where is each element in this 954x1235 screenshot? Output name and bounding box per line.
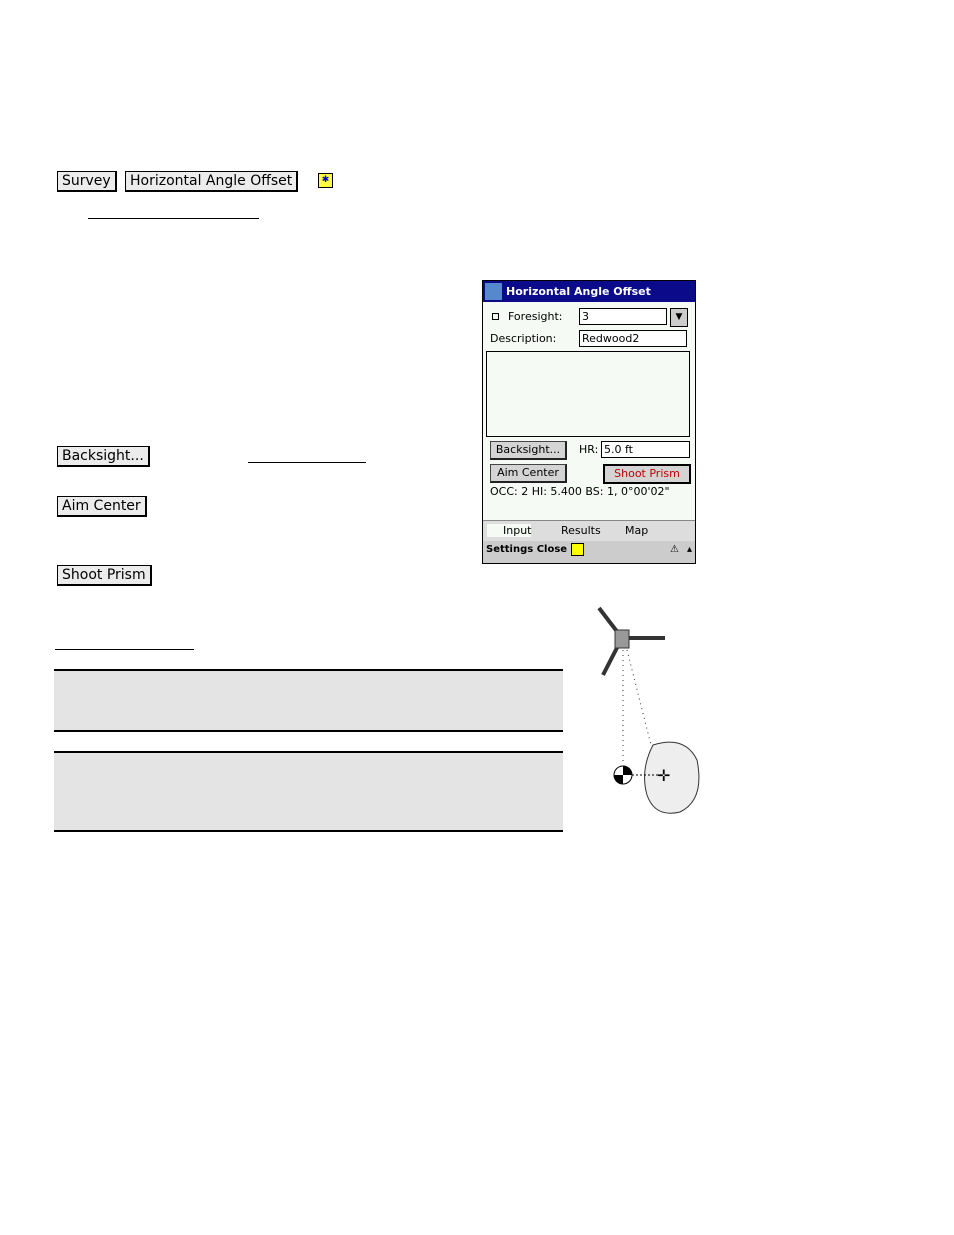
link-underline[interactable] xyxy=(248,462,366,463)
device-shoot-prism-button[interactable]: Shoot Prism xyxy=(603,464,691,484)
tripod-icon xyxy=(597,606,665,676)
ok-icon[interactable] xyxy=(570,542,584,556)
shoot-prism-button[interactable]: Shoot Prism xyxy=(57,565,152,586)
dropdown-button[interactable]: ▼ xyxy=(670,308,688,327)
device-aim-center-button[interactable]: Aim Center xyxy=(490,464,567,483)
warning-icon[interactable]: ⚠ xyxy=(670,541,679,559)
hr-field[interactable]: 5.0 ft xyxy=(601,441,690,458)
description-label: Description: xyxy=(490,332,557,345)
survey-button[interactable]: Survey xyxy=(57,171,117,192)
note-box xyxy=(54,669,563,732)
tab-input[interactable]: Input xyxy=(487,524,532,537)
tab-results[interactable]: Results xyxy=(545,524,601,537)
link-underline[interactable] xyxy=(88,218,259,219)
status-text: OCC: 2 HI: 5.400 BS: 1, 0°00'02" xyxy=(490,485,670,498)
close-menu[interactable]: Close xyxy=(537,544,567,555)
tree-outline xyxy=(644,741,700,814)
description-field[interactable]: Redwood2 xyxy=(579,330,687,347)
app-icon xyxy=(485,283,502,300)
title-bar: Horizontal Angle Offset xyxy=(483,281,695,302)
offset-diagram: ✛ xyxy=(597,606,700,814)
up-arrow-icon[interactable]: ▴ xyxy=(687,541,692,559)
note-box xyxy=(54,751,563,832)
window-title: Horizontal Angle Offset xyxy=(506,285,651,298)
link-underline[interactable] xyxy=(55,649,194,650)
backsight-button[interactable]: Backsight... xyxy=(57,446,150,467)
ok-icon: ✱ xyxy=(318,173,333,188)
hr-label: HR: xyxy=(579,443,599,456)
footer-bar: Settings Close ⚠ ▴ xyxy=(483,541,695,563)
aim-center-button[interactable]: Aim Center xyxy=(57,496,147,517)
horizontal-angle-offset-button[interactable]: Horizontal Angle Offset xyxy=(125,171,299,192)
tab-map[interactable]: Map xyxy=(609,524,648,537)
settings-menu[interactable]: Settings xyxy=(486,544,533,555)
notes-area[interactable] xyxy=(486,351,690,437)
foresight-field[interactable]: 3 xyxy=(579,308,667,325)
foresight-label: Foresight: xyxy=(508,310,563,323)
tab-bar: Input Results Map xyxy=(483,520,695,541)
device-backsight-button[interactable]: Backsight... xyxy=(490,441,567,460)
instrument-icon xyxy=(614,629,630,649)
bullet-icon xyxy=(492,313,499,320)
center-target-icon: ✛ xyxy=(657,766,670,785)
device-screenshot: Horizontal Angle Offset Foresight: 3 ▼ D… xyxy=(482,280,696,564)
